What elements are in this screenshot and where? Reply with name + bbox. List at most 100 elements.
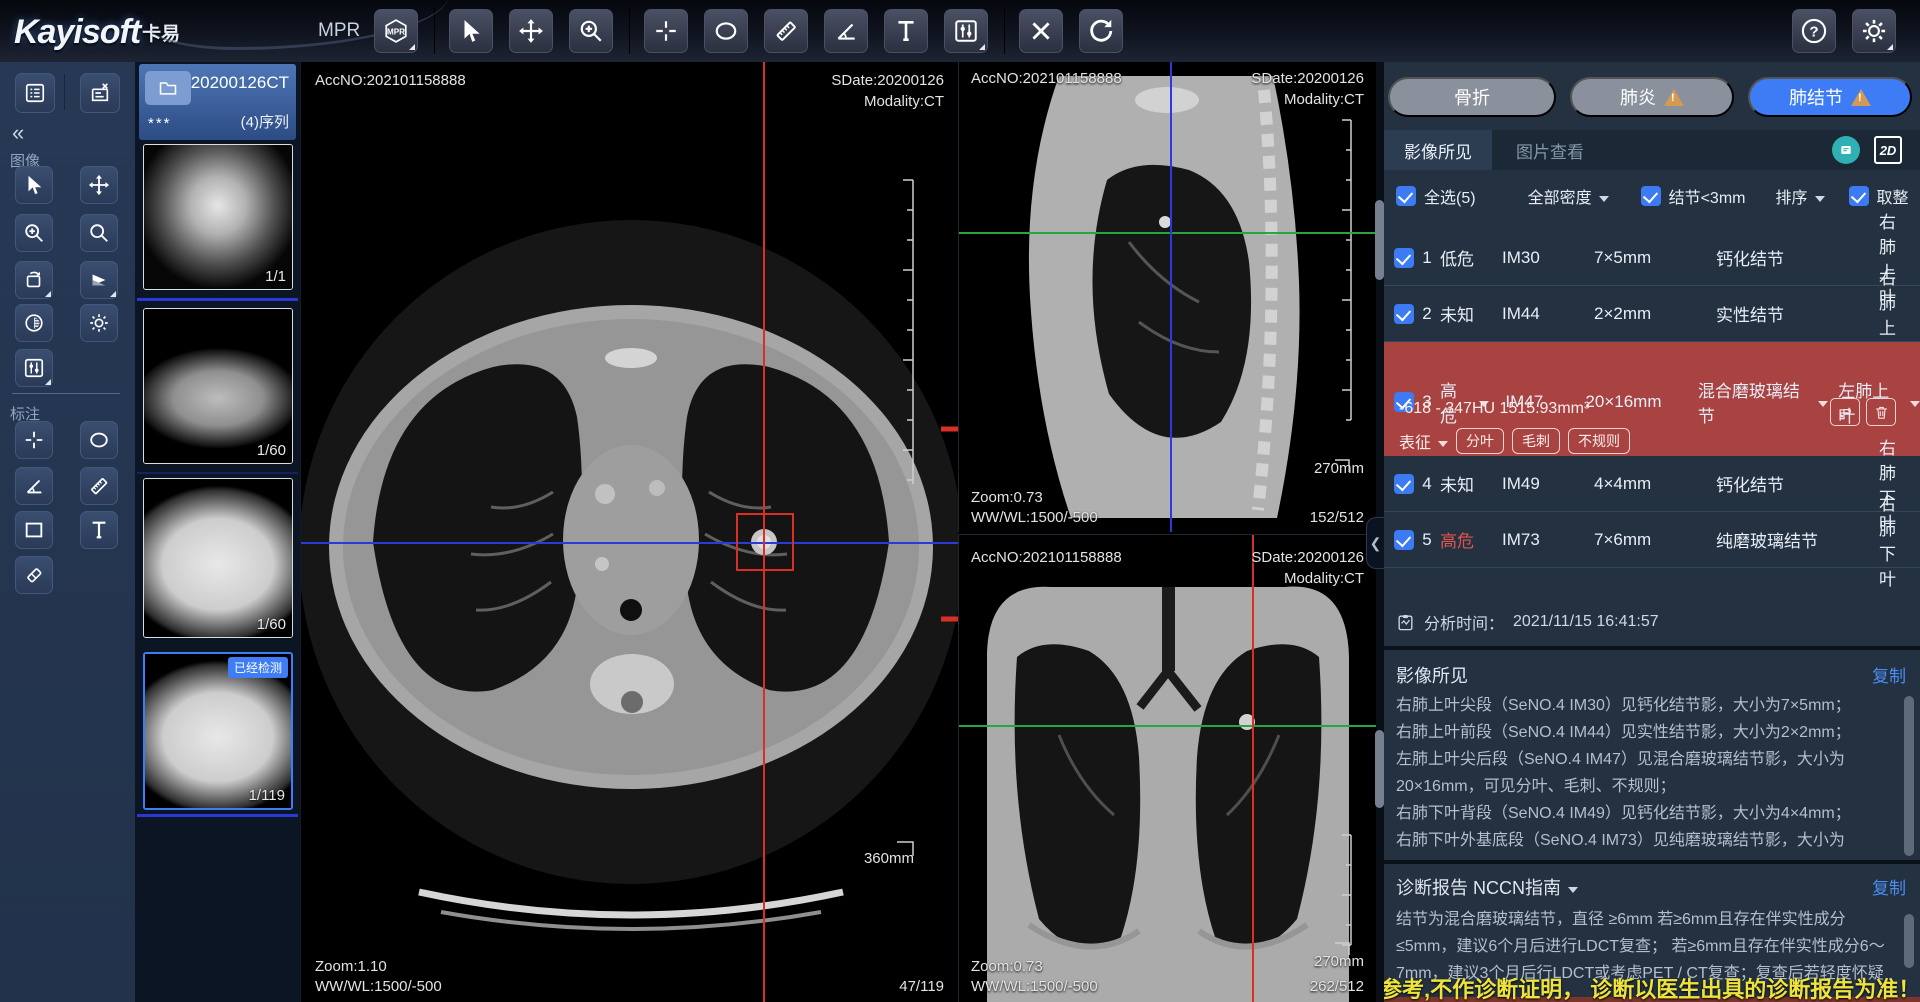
feature-dropdown[interactable]: 表征 — [1399, 429, 1448, 453]
annotate-crosshair-button[interactable] — [15, 421, 53, 459]
image-cursor-button[interactable] — [15, 166, 53, 204]
tab-imaging-findings[interactable]: 影像所见 — [1384, 130, 1492, 170]
nodule-row-1[interactable]: 1 低危 IM30 7×5mm 钙化结节 右肺上叶 — [1384, 230, 1920, 286]
copy-findings-button[interactable]: 复制 — [1872, 662, 1906, 687]
caret-down-icon — [1910, 401, 1920, 412]
nodule-size: 7×5mm — [1594, 248, 1716, 268]
text-tool-button[interactable] — [884, 9, 928, 53]
annotate-text-button[interactable] — [80, 511, 118, 549]
nodule-row-2[interactable]: 2 未知 IM44 2×2mm 实性结节 右肺上叶 — [1384, 286, 1920, 342]
sagittal-scale-label: 270mm — [1314, 460, 1364, 477]
sort-dropdown[interactable]: 排序 — [1775, 184, 1824, 208]
ruler-tool-button[interactable] — [764, 9, 808, 53]
density-dropdown[interactable]: 全部密度 — [1528, 184, 1609, 208]
image-pan-button[interactable] — [80, 166, 118, 204]
brightness-button[interactable] — [80, 304, 118, 342]
cursor-icon — [23, 174, 45, 196]
module-tab-pneumonia[interactable]: 肺炎 — [1570, 77, 1734, 117]
reset-view-button[interactable] — [1079, 9, 1123, 53]
report-card-button[interactable] — [1832, 136, 1860, 164]
nodule-row-5[interactable]: 5 高危 IM73 7×6mm 纯磨玻璃结节 右肺下叶 — [1384, 512, 1920, 568]
annotate-rectangle-button[interactable] — [15, 511, 53, 549]
collapse-panel-button[interactable]: « — [12, 120, 24, 146]
window-level-button[interactable] — [944, 9, 988, 53]
axial-window-label: WW/WL:1500/-500 — [315, 978, 442, 995]
rotate-button[interactable] — [15, 261, 53, 299]
coronal-scrollbar[interactable] — [1375, 730, 1384, 808]
nodule-hu-volume: -618 - 347HU 1515.93mm³ — [1399, 400, 1589, 418]
caret-down-icon — [1818, 401, 1828, 412]
coronal-modality: Modality:CT — [1284, 570, 1364, 587]
copy-report-button[interactable]: 复制 — [1872, 874, 1906, 899]
mode-2d-button[interactable]: 2D — [1874, 136, 1902, 164]
small-nodule-checkbox[interactable] — [1641, 186, 1661, 206]
ellipse-tool-button[interactable] — [704, 9, 748, 53]
delete-nodule-button[interactable] — [1866, 398, 1896, 426]
module-tab-fracture[interactable]: 骨折 — [1388, 77, 1556, 117]
flip-button[interactable] — [80, 261, 118, 299]
pan-tool-button[interactable] — [509, 9, 553, 53]
viewport-coronal[interactable]: AccNO:202101158888 SDate:20200126 Modali… — [958, 534, 1376, 1002]
collapse-right-panel-handle[interactable]: ❮ — [1366, 517, 1384, 569]
eraser-button[interactable] — [15, 556, 53, 594]
rotate-icon — [23, 269, 45, 291]
app-window: Kayisoft 卡易 MPR MPR — [0, 0, 1920, 1002]
select-all-checkbox[interactable] — [1396, 186, 1416, 206]
tab-image-view[interactable]: 图片查看 — [1496, 130, 1604, 170]
magnify-button[interactable] — [80, 214, 118, 252]
round-checkbox[interactable] — [1849, 186, 1869, 206]
row-checkbox[interactable] — [1394, 248, 1414, 268]
delete-annotation-button[interactable] — [1019, 9, 1063, 53]
nodule-row-4[interactable]: 4 未知 IM49 4×4mm 钙化结节 右肺下叶 — [1384, 456, 1920, 512]
help-button[interactable]: ? — [1792, 9, 1836, 53]
findings-scrollbar[interactable] — [1904, 696, 1914, 856]
cursor-tool-button[interactable] — [449, 9, 493, 53]
settings-button[interactable] — [1852, 9, 1896, 53]
sagittal-scrollbar[interactable] — [1375, 200, 1384, 280]
viewport-axial[interactable]: AccNO:202101158888 SDate:20200126 Modali… — [300, 62, 958, 1002]
series-thumbnail-1[interactable]: 1/1 — [143, 144, 293, 290]
series-thumbnail-4-selected[interactable]: 已经检测 1/119 — [143, 652, 293, 810]
invert-button[interactable] — [15, 304, 53, 342]
compare-follow-button[interactable] — [1830, 398, 1860, 426]
nodule-size: 7×6mm — [1594, 530, 1716, 550]
row-checkbox[interactable] — [1394, 304, 1414, 324]
nodule-location: 右肺下叶 — [1866, 490, 1920, 590]
thumbnail-image — [144, 309, 292, 463]
mpr-hexagon-icon: MPR — [383, 18, 409, 44]
report-scrollbar[interactable] — [1904, 914, 1914, 968]
nodule-number: 5 — [1414, 530, 1440, 550]
module-tab-lung-nodule[interactable]: 肺结节 — [1748, 77, 1912, 117]
annotate-angle-button[interactable] — [15, 467, 53, 505]
nodule-row-3-selected[interactable]: 3 高危 IM47 20×16mm 混合磨玻璃结节 左肺上叶 -618 - 34… — [1384, 342, 1920, 456]
nodule-type-dropdown[interactable]: 混合磨玻璃结节 — [1698, 377, 1811, 427]
angle-tool-button[interactable] — [824, 9, 868, 53]
annotate-ellipse-button[interactable] — [80, 421, 118, 459]
series-list-button[interactable] — [15, 73, 55, 113]
series-count: (4)序列 — [241, 111, 289, 132]
palette-window-level-button[interactable] — [15, 349, 53, 387]
row-checkbox[interactable] — [1394, 474, 1414, 494]
tab-label: 影像所见 — [1404, 138, 1472, 163]
mpr-layout-button[interactable]: MPR — [374, 9, 418, 53]
study-header-card[interactable]: 20200126CT *** (4)序列 — [139, 64, 296, 140]
annotate-ruler-button[interactable] — [80, 467, 118, 505]
series-thumbnail-2[interactable]: 1/60 — [143, 308, 293, 464]
close-series-button[interactable] — [80, 73, 120, 113]
series-thumbnail-3[interactable]: 1/60 — [143, 478, 293, 638]
row-checkbox[interactable] — [1394, 530, 1414, 550]
feature-chip-irregular[interactable]: 不规则 — [1568, 428, 1630, 454]
open-study-button[interactable] — [145, 71, 191, 105]
zoom-tool-button[interactable] — [569, 9, 613, 53]
ruler-icon — [88, 475, 110, 497]
image-zoom-button[interactable] — [15, 214, 53, 252]
feature-chip-lobulated[interactable]: 分叶 — [1456, 428, 1504, 454]
palette-divider — [12, 393, 120, 394]
analysis-time-row: 分析时间： 2021/11/15 16:41:57 — [1396, 610, 1659, 634]
feature-chip-spiculated[interactable]: 毛刺 — [1512, 428, 1560, 454]
crosshair-tool-button[interactable] — [644, 9, 688, 53]
section-divider — [1384, 860, 1920, 864]
series-divider — [137, 298, 298, 301]
viewport-sagittal[interactable]: AccNO:202101158888 SDate:20200126 Modali… — [958, 62, 1376, 532]
axial-slice-counter: 47/119 — [899, 978, 944, 995]
